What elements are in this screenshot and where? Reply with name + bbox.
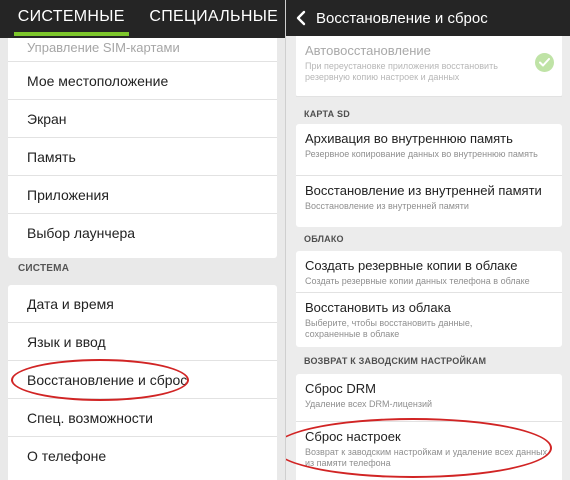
drm-reset-title: Сброс DRM (305, 381, 377, 396)
sd-card-section-header: КАРТА SD (304, 109, 350, 119)
cloud-section-header: ОБЛАКО (304, 234, 344, 244)
action-bar: Восстановление и сброс (286, 0, 570, 36)
backup-reset-panel: Восстановление и сброс Автовосстановлени… (286, 0, 570, 480)
list-item-storage[interactable]: Память (8, 138, 277, 176)
cloud-card: Создать резервные копии в облаке Создать… (296, 251, 562, 347)
cloud-backup-subtitle: Создать резервные копии данных телефона … (305, 276, 530, 286)
cloud-backup-title: Создать резервные копии в облаке (305, 258, 518, 273)
drm-reset-subtitle: Удаление всех DRM-лицензий (305, 399, 433, 409)
sd-card-card: Архивация во внутреннюю память Резервное… (296, 124, 562, 227)
list-item-backup-reset[interactable]: Восстановление и сброс (8, 361, 277, 399)
list-item-display[interactable]: Экран (8, 100, 277, 138)
list-item-apps[interactable]: Приложения (8, 176, 277, 214)
list-item-my-location[interactable]: Мое местоположение (8, 62, 277, 100)
page-title: Восстановление и сброс (316, 9, 488, 27)
list-item-date-time[interactable]: Дата и время (8, 285, 277, 323)
auto-restore-checkbox[interactable] (535, 53, 554, 72)
tab-special[interactable]: СПЕЦИАЛЬНЫЕ (143, 0, 286, 38)
list-item-factory-reset[interactable]: Сброс настроек Возврат к заводским настр… (296, 422, 562, 480)
factory-reset-card: Сброс DRM Удаление всех DRM-лицензий Сбр… (296, 374, 562, 480)
list-item-restore-internal[interactable]: Восстановление из внутренней памяти Восс… (296, 176, 562, 227)
chevron-left-icon (296, 10, 306, 26)
factory-reset-subtitle: Возврат к заводским настройкам и удалени… (305, 447, 548, 468)
list-item-launcher[interactable]: Выбор лаунчера (8, 214, 277, 252)
backup-internal-title: Архивация во внутреннюю память (305, 131, 513, 146)
list-item-accessibility[interactable]: Спец. возможности (8, 399, 277, 437)
auto-restore-card: Автовосстановление При переустановке при… (296, 36, 562, 97)
settings-tabs: СИСТЕМНЫЕ СПЕЦИАЛЬНЫЕ (0, 0, 285, 38)
auto-restore-item[interactable]: Автовосстановление При переустановке при… (296, 36, 562, 97)
cloud-restore-title: Восстановить из облака (305, 300, 451, 315)
auto-restore-subtitle: При переустановке приложения восстановит… (305, 61, 498, 82)
list-item-about-phone[interactable]: О телефоне (8, 437, 277, 475)
general-settings-card: Управление SIM-картами Мое местоположени… (8, 38, 277, 258)
list-item-cloud-backup[interactable]: Создать резервные копии в облаке Создать… (296, 251, 562, 293)
list-item-language-input[interactable]: Язык и ввод (8, 323, 277, 361)
list-item-backup-internal[interactable]: Архивация во внутреннюю память Резервное… (296, 124, 562, 176)
restore-internal-subtitle: Восстановление из внутренней памяти (305, 201, 469, 211)
list-item-drm-reset[interactable]: Сброс DRM Удаление всех DRM-лицензий (296, 374, 562, 422)
system-settings-card: Дата и время Язык и ввод Восстановление … (8, 285, 277, 480)
auto-restore-title: Автовосстановление (305, 43, 431, 58)
system-section-header: СИСТЕМА (18, 263, 70, 274)
restore-internal-title: Восстановление из внутренней памяти (305, 183, 542, 198)
back-button[interactable] (286, 0, 316, 36)
checkmark-icon (539, 58, 550, 67)
settings-list-panel: СИСТЕМНЫЕ СПЕЦИАЛЬНЫЕ Управление SIM-кар… (0, 0, 285, 480)
tab-system[interactable]: СИСТЕМНЫЕ (0, 0, 143, 38)
factory-reset-title: Сброс настроек (305, 429, 401, 444)
list-item-sim-management[interactable]: Управление SIM-картами (8, 38, 277, 62)
cloud-restore-subtitle: Выберите, чтобы восстановить данные, сох… (305, 318, 473, 339)
backup-internal-subtitle: Резервное копирование данных во внутренн… (305, 149, 538, 159)
list-item-cloud-restore[interactable]: Восстановить из облака Выберите, чтобы в… (296, 293, 562, 347)
factory-reset-section-header: ВОЗВРАТ К ЗАВОДСКИМ НАСТРОЙКАМ (304, 356, 487, 366)
